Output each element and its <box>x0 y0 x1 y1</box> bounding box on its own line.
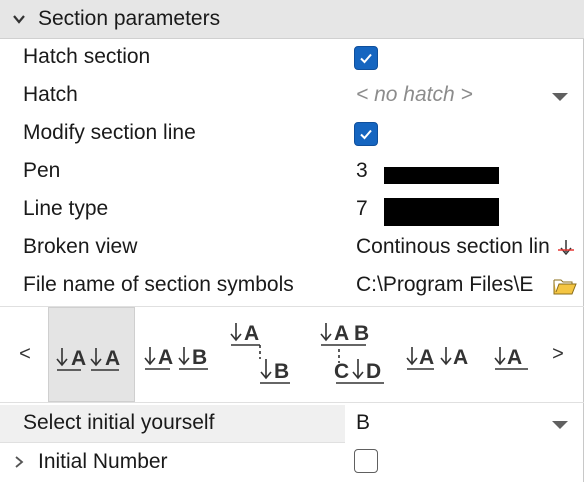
symbol-style-4[interactable]: A B C D <box>314 307 394 402</box>
modify-section-line-label: Modify section line <box>23 121 196 144</box>
symbol-letter: A <box>158 346 173 369</box>
select-initial-label: Select initial yourself <box>23 411 215 434</box>
modify-section-line-checkbox[interactable] <box>354 122 378 146</box>
pen-label: Pen <box>23 159 61 182</box>
symbol-letter: A <box>105 347 120 370</box>
hatch-section-checkbox[interactable] <box>354 46 378 70</box>
row-select-initial: Select initial yourself B <box>0 405 584 443</box>
section-symbols-label: File name of section symbols <box>23 273 294 296</box>
row-hatch-section: Hatch section <box>0 39 584 77</box>
chevron-right-icon[interactable] <box>12 455 26 469</box>
section-symbols-path[interactable]: C:\Program Files\E <box>356 273 552 297</box>
dropdown-arrow-icon[interactable] <box>552 421 568 429</box>
select-initial-value[interactable]: B <box>356 411 370 435</box>
hatch-section-label: Hatch section <box>23 45 151 68</box>
folder-open-icon[interactable] <box>553 276 577 296</box>
line-type-label: Line type <box>23 197 109 220</box>
row-initial-number: Initial Number <box>0 443 584 482</box>
section-parameters-header[interactable]: Section parameters <box>0 0 584 39</box>
broken-view-value[interactable]: Continous section lin <box>356 235 574 259</box>
broken-view-label: Broken view <box>23 235 138 258</box>
symbol-letter: B <box>192 346 207 369</box>
symbol-letter: A <box>244 322 259 345</box>
row-pen: Pen 3 <box>0 153 584 191</box>
initial-number-checkbox[interactable] <box>354 449 378 473</box>
pen-color-swatch[interactable] <box>384 167 499 184</box>
symbol-letter: A <box>419 346 434 369</box>
symbol-style-3[interactable]: A B <box>226 307 306 402</box>
symbol-letter: C <box>334 360 349 383</box>
check-icon <box>360 129 372 140</box>
symbol-letter: A <box>71 347 86 370</box>
symbol-letter: B <box>354 322 369 345</box>
line-type-swatch[interactable] <box>384 198 499 226</box>
section-title: Section parameters <box>38 7 221 30</box>
dropdown-arrow-icon[interactable] <box>552 93 568 101</box>
hatch-label: Hatch <box>23 83 78 106</box>
section-symbol-gallery: < A A A B A B A B C D A A A > <box>0 306 584 403</box>
symbol-style-6[interactable]: A <box>494 307 536 402</box>
symbol-letter: B <box>274 360 289 383</box>
symbol-letter: A <box>334 322 349 345</box>
gallery-prev-button[interactable]: < <box>15 343 35 366</box>
row-hatch: Hatch < no hatch > <box>0 77 584 115</box>
broken-line-arrow-icon[interactable] <box>556 238 576 258</box>
chevron-down-icon <box>13 15 25 24</box>
symbol-letter: A <box>507 346 522 369</box>
pen-value[interactable]: 3 <box>356 159 368 183</box>
gallery-next-button[interactable]: > <box>548 343 568 366</box>
symbol-letter: A <box>453 346 468 369</box>
line-type-value[interactable]: 7 <box>356 197 368 221</box>
symbol-style-5[interactable]: A A <box>404 307 482 402</box>
check-icon <box>360 53 372 64</box>
row-line-type: Line type 7 <box>0 191 584 229</box>
symbol-style-1[interactable]: A A <box>48 307 135 402</box>
row-broken-view: Broken view Continous section lin <box>0 229 584 267</box>
properties-panel: Section parameters Hatch section Hatch <… <box>0 0 584 482</box>
symbol-style-2[interactable]: A B <box>140 307 216 402</box>
hatch-select[interactable]: < no hatch > <box>356 83 473 107</box>
row-modify-section-line: Modify section line <box>0 115 584 153</box>
row-section-symbols: File name of section symbols C:\Program … <box>0 267 584 305</box>
initial-number-label: Initial Number <box>38 450 168 473</box>
symbol-letter: D <box>366 360 381 383</box>
